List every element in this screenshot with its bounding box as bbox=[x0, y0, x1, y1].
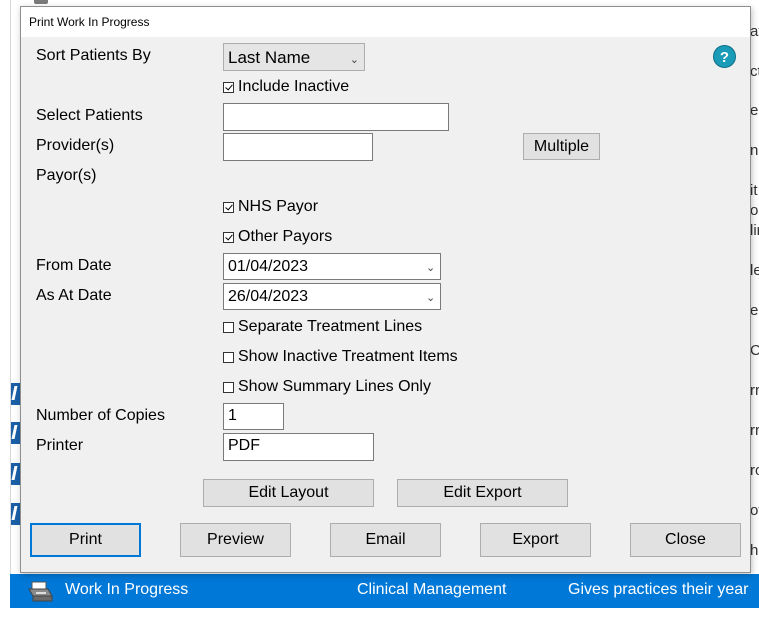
separate-treatment-lines-checkbox[interactable]: Separate Treatment Lines bbox=[223, 318, 422, 336]
report-category: Clinical Management bbox=[357, 581, 507, 598]
other-payors-label: Other Payors bbox=[238, 228, 333, 245]
nhs-payor-label: NHS Payor bbox=[238, 198, 319, 215]
include-inactive-label: Include Inactive bbox=[238, 78, 350, 95]
printer-icon bbox=[28, 581, 53, 602]
background-text-fragment: ov bbox=[750, 502, 759, 519]
select-patients-input[interactable] bbox=[223, 103, 449, 131]
background-text-fragment: ct bbox=[750, 63, 759, 80]
select-patients-label: Select Patients bbox=[36, 107, 143, 124]
background-text-fragment: Co bbox=[750, 342, 759, 359]
preview-button[interactable]: Preview bbox=[180, 523, 291, 557]
row-flag-icon bbox=[11, 463, 20, 485]
dialog-title: Print Work In Progress bbox=[29, 15, 150, 29]
chevron-down-icon: ⌄ bbox=[349, 54, 359, 66]
export-button[interactable]: Export bbox=[480, 523, 591, 557]
background-text-fragment: on bbox=[750, 202, 759, 219]
from-date-value: 01/04/2023 bbox=[228, 258, 309, 275]
from-date-picker[interactable]: 01/04/2023 ⌄ bbox=[223, 253, 441, 280]
providers-input[interactable] bbox=[223, 133, 373, 161]
background-text-fragment: n bbox=[750, 142, 759, 159]
close-button[interactable]: Close bbox=[630, 523, 741, 557]
background-text-fragment: ro bbox=[750, 462, 759, 479]
report-description: Gives practices their year bbox=[568, 581, 749, 598]
background-text-fragment: rr bbox=[750, 382, 759, 399]
edit-layout-button[interactable]: Edit Layout bbox=[203, 479, 374, 507]
printer-input[interactable]: PDF bbox=[223, 433, 374, 461]
background-text-fragment: e bbox=[750, 102, 759, 119]
background-text-fragment: e bbox=[750, 302, 759, 319]
background-text-fragment: rr bbox=[750, 422, 759, 439]
checkbox-unchecked-icon bbox=[223, 321, 234, 333]
row-flag-icon bbox=[11, 422, 20, 444]
show-summary-lines-only-checkbox[interactable]: Show Summary Lines Only bbox=[223, 378, 431, 396]
email-button[interactable]: Email bbox=[330, 523, 441, 557]
checkbox-unchecked-icon bbox=[223, 381, 234, 393]
separate-treatment-lines-label: Separate Treatment Lines bbox=[238, 318, 423, 335]
row-flag-icon bbox=[11, 503, 20, 525]
number-of-copies-input[interactable]: 1 bbox=[223, 403, 284, 430]
providers-label: Provider(s) bbox=[36, 137, 115, 154]
edit-export-button[interactable]: Edit Export bbox=[397, 479, 568, 507]
printer-label: Printer bbox=[36, 437, 84, 454]
show-inactive-treatment-items-checkbox[interactable]: Show Inactive Treatment Items bbox=[223, 348, 458, 366]
payors-label: Payor(s) bbox=[36, 167, 97, 184]
checkbox-checked-icon bbox=[223, 201, 234, 213]
background-text-fragment: it bbox=[750, 182, 758, 199]
background-text-fragment: lin bbox=[750, 222, 759, 239]
report-name: Work In Progress bbox=[65, 581, 189, 598]
background-left-strip bbox=[0, 0, 11, 619]
report-list-row-selected[interactable]: Work In Progress Clinical Management Giv… bbox=[10, 574, 759, 608]
include-inactive-checkbox[interactable]: Include Inactive bbox=[223, 78, 349, 96]
checkbox-checked-icon bbox=[223, 231, 234, 243]
sort-patients-by-select[interactable]: Last Name ⌄ bbox=[223, 43, 365, 71]
background-text-fragment: le bbox=[750, 262, 759, 279]
show-inactive-treatment-items-label: Show Inactive Treatment Items bbox=[238, 348, 458, 365]
from-date-label: From Date bbox=[36, 257, 112, 274]
sort-patients-by-value: Last Name bbox=[228, 48, 311, 67]
show-summary-lines-only-label: Show Summary Lines Only bbox=[238, 378, 431, 395]
print-button[interactable]: Print bbox=[30, 523, 141, 557]
background-bottom bbox=[10, 608, 759, 619]
multiple-button[interactable]: Multiple bbox=[523, 133, 600, 160]
background-text-fragment: at bbox=[750, 23, 759, 40]
as-at-date-label: As At Date bbox=[36, 287, 112, 304]
background-top-icon bbox=[34, 0, 48, 4]
row-flag-icon bbox=[11, 383, 20, 405]
checkbox-unchecked-icon bbox=[223, 351, 234, 363]
nhs-payor-checkbox[interactable]: NHS Payor bbox=[223, 198, 318, 216]
sort-by-label: Sort Patients By bbox=[36, 47, 151, 64]
chevron-down-icon: ⌄ bbox=[426, 292, 436, 304]
chevron-down-icon: ⌄ bbox=[426, 262, 436, 274]
print-work-in-progress-dialog: Print Work In Progress ? Sort Patients B… bbox=[20, 6, 751, 573]
number-of-copies-label: Number of Copies bbox=[36, 407, 165, 424]
dialog-titlebar[interactable]: Print Work In Progress bbox=[21, 7, 750, 37]
as-at-date-picker[interactable]: 26/04/2023 ⌄ bbox=[223, 283, 441, 310]
checkbox-checked-icon bbox=[223, 81, 234, 93]
help-icon[interactable]: ? bbox=[713, 45, 736, 68]
background-text-fragment: he bbox=[750, 542, 759, 559]
other-payors-checkbox[interactable]: Other Payors bbox=[223, 228, 332, 246]
as-at-date-value: 26/04/2023 bbox=[228, 288, 309, 305]
